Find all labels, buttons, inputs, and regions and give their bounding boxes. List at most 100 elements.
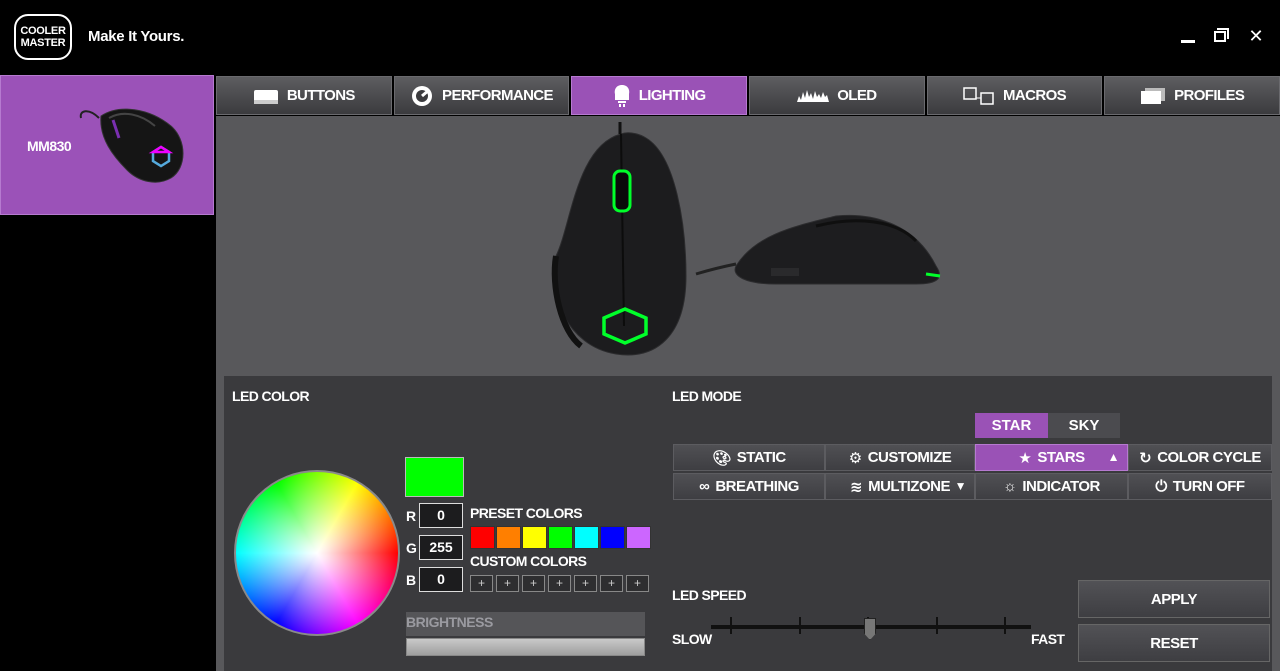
reset-button[interactable]: RESET <box>1078 624 1270 662</box>
tab-label: LIGHTING <box>638 87 706 104</box>
chevron-up-icon[interactable]: ▲ <box>1108 450 1120 464</box>
brightness-label: BRIGHTNESS <box>406 614 493 630</box>
mode-label: STATIC <box>736 449 786 466</box>
mode-label: STARS <box>1037 449 1085 466</box>
mode-label: MULTIZONE <box>868 478 950 495</box>
speed-tick <box>799 617 801 634</box>
lighting-page: LED COLOR R 0 G 255 B 0 PRESET COLORS CU… <box>216 116 1280 671</box>
brightness-fill <box>407 639 644 655</box>
preset-color-swatch[interactable] <box>548 526 573 549</box>
bulb-icon <box>614 84 629 107</box>
mode-label: TURN OFF <box>1172 478 1245 495</box>
mouse-side-view <box>695 214 941 285</box>
device-sidebar: MM830 <box>0 75 215 671</box>
mode-customize-button[interactable]: ⚙ CUSTOMIZE <box>825 444 975 471</box>
g-input[interactable]: 255 <box>419 535 463 560</box>
chevron-down-icon[interactable]: ▼ <box>955 479 967 493</box>
sub-option-star[interactable]: STAR <box>975 413 1048 438</box>
current-color-swatch <box>405 457 464 497</box>
custom-color-slot[interactable]: + <box>470 575 493 592</box>
mouse-top-view <box>551 122 687 356</box>
led-color-title: LED COLOR <box>232 388 310 404</box>
power-icon: ⏻ <box>1155 478 1167 495</box>
mouse-thumbnail-icon <box>79 108 184 183</box>
cycle-icon: ↻ <box>1139 449 1152 467</box>
brightness-header: BRIGHTNESS <box>406 612 645 636</box>
gear-icon: ⚙ <box>848 449 862 467</box>
palette-icon: 🎨︎ <box>712 449 731 467</box>
tab-oled[interactable]: OLED <box>749 76 925 115</box>
preset-colors <box>470 526 651 549</box>
mode-color-cycle-button[interactable]: ↻ COLOR CYCLE <box>1128 444 1272 471</box>
r-label: R <box>406 508 417 524</box>
title-bar: COOLER MASTER Make It Yours. ✕ <box>0 0 1280 75</box>
device-name: MM830 <box>27 138 72 154</box>
sub-option-sky[interactable]: SKY <box>1048 413 1120 438</box>
mode-label: COLOR CYCLE <box>1157 449 1261 466</box>
color-wheel[interactable] <box>234 470 400 636</box>
preset-color-swatch[interactable] <box>470 526 495 549</box>
speed-slider-thumb[interactable] <box>864 618 876 640</box>
waveform-icon <box>797 89 830 102</box>
custom-color-slot[interactable]: + <box>522 575 545 592</box>
tab-label: PERFORMANCE <box>442 87 554 104</box>
custom-color-slot[interactable]: + <box>574 575 597 592</box>
layers-icon: ≋ <box>850 478 863 496</box>
mode-indicator-button[interactable]: ☼ INDICATOR <box>975 473 1128 500</box>
tab-performance[interactable]: PERFORMANCE <box>393 76 570 115</box>
led-mode-title: LED MODE <box>672 388 742 404</box>
custom-color-slot[interactable]: + <box>496 575 519 592</box>
macro-icon <box>963 86 994 105</box>
preset-color-swatch[interactable] <box>626 526 651 549</box>
lightbulb-icon: ☼ <box>1003 478 1017 495</box>
close-button[interactable]: ✕ <box>1246 26 1266 46</box>
preset-color-swatch[interactable] <box>522 526 547 549</box>
custom-colors: + + + + + + + <box>470 575 649 592</box>
r-input[interactable]: 0 <box>419 503 463 528</box>
minimize-button[interactable] <box>1178 26 1198 46</box>
maximize-button[interactable] <box>1212 26 1232 46</box>
mode-turn-off-button[interactable]: ⏻ TURN OFF <box>1128 473 1272 500</box>
speed-tick <box>1004 617 1006 634</box>
speed-slow-label: SLOW <box>672 631 712 647</box>
preset-colors-title: PRESET COLORS <box>470 505 583 521</box>
preset-color-swatch[interactable] <box>574 526 599 549</box>
custom-colors-title: CUSTOM COLORS <box>470 553 587 569</box>
speed-tick <box>936 617 938 634</box>
mode-label: BREATHING <box>715 478 799 495</box>
preset-color-swatch[interactable] <box>600 526 625 549</box>
preset-color-swatch[interactable] <box>496 526 521 549</box>
custom-color-slot[interactable]: + <box>600 575 623 592</box>
tab-label: BUTTONS <box>286 87 356 104</box>
custom-color-slot[interactable]: + <box>548 575 571 592</box>
tab-label: OLED <box>837 87 877 104</box>
device-card-mm830[interactable]: MM830 <box>0 75 214 215</box>
tab-label: PROFILES <box>1174 87 1245 104</box>
mode-stars-button[interactable]: ★ STARS ▲ <box>975 444 1128 471</box>
speed-tick <box>730 617 732 634</box>
tab-profiles[interactable]: PROFILES <box>1104 76 1280 115</box>
tagline: Make It Yours. <box>88 28 185 45</box>
brightness-slider[interactable] <box>406 638 645 656</box>
b-label: B <box>406 572 417 588</box>
apply-button[interactable]: APPLY <box>1078 580 1270 618</box>
mode-label: CUSTOMIZE <box>867 449 952 466</box>
gauge-icon <box>412 85 433 106</box>
lungs-icon: ∞ <box>699 478 710 495</box>
speed-fast-label: FAST <box>1031 631 1065 647</box>
mode-static-button[interactable]: 🎨︎ STATIC <box>673 444 825 471</box>
tab-buttons[interactable]: BUTTONS <box>216 76 392 115</box>
b-input[interactable]: 0 <box>419 567 463 592</box>
tab-macros[interactable]: MACROS <box>926 76 1103 115</box>
main-tabs: BUTTONS PERFORMANCE LIGHTING OLED MACROS… <box>216 76 1280 115</box>
profiles-icon <box>1141 87 1166 104</box>
mode-multizone-button[interactable]: ≋ MULTIZONE ▼ <box>825 473 975 500</box>
cooler-master-logo: COOLER MASTER <box>14 14 72 60</box>
mode-breathing-button[interactable]: ∞ BREATHING <box>673 473 825 500</box>
custom-color-slot[interactable]: + <box>626 575 649 592</box>
lighting-control-panel: LED COLOR R 0 G 255 B 0 PRESET COLORS CU… <box>224 376 1272 671</box>
mouse-preview <box>551 122 941 356</box>
tab-lighting[interactable]: LIGHTING <box>571 76 748 115</box>
logo-line-1: COOLER <box>20 25 66 37</box>
star-icon: ★ <box>1018 449 1032 467</box>
